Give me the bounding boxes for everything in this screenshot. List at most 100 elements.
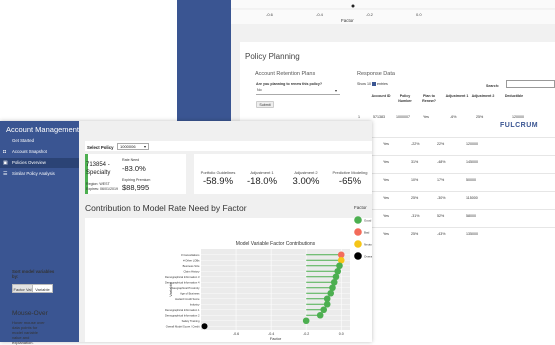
renew-select-value: No: [257, 88, 262, 92]
table-cell-adj2: -48%: [437, 160, 446, 164]
x-tick-label: -0.2: [303, 332, 309, 336]
row-policy-number: 1000007: [396, 115, 410, 119]
legend-label: Overall Model Factor: [364, 254, 372, 258]
entries-select-icon[interactable]: [372, 82, 376, 87]
table-cell-renew: Yes: [383, 178, 389, 182]
row-deductible: 120000: [512, 115, 524, 119]
background-axis-svg: -0.6 -0.4 -0.2 0.0 Factor: [231, 4, 555, 23]
y-tick-label: Claim History: [184, 269, 201, 273]
col-adjustment-2[interactable]: Adjustment 2: [471, 94, 495, 99]
x-tick-label: -0.6: [233, 332, 239, 336]
y-tick-label: Demographical Information 2: [165, 313, 200, 317]
legend-swatch: [354, 240, 362, 248]
table-row-divider: [372, 137, 555, 138]
col-account-id[interactable]: Account ID: [370, 94, 392, 99]
submit-button[interactable]: Submit: [256, 101, 274, 108]
chevron-down-icon: ▾: [334, 88, 337, 93]
table-cell-deductible: 50000: [466, 178, 476, 182]
table-row-divider: [372, 155, 555, 156]
renew-question: Are you planning to renew this policy?: [256, 82, 323, 86]
row-index: 1: [358, 115, 360, 119]
table-cell-renew: Yes: [383, 160, 389, 164]
legend-label: Good: [364, 218, 372, 222]
table-cell-deductible: 58000: [466, 214, 476, 218]
y-tick-label: Business Size: [183, 264, 200, 268]
background-overall-point: [351, 4, 355, 8]
data-point: [316, 311, 324, 319]
y-tick-label: Overall Model Score / Credit: [166, 324, 200, 328]
table-cell-renew: Yes: [383, 196, 389, 200]
table-row-divider: [372, 227, 555, 228]
plot-area: [201, 249, 350, 330]
row-adj1: -6%: [450, 115, 457, 119]
y-tick-label: Safety Training: [182, 319, 200, 323]
table-cell-renew: Yes: [383, 142, 389, 146]
show-suffix: entries: [377, 82, 388, 86]
table-cell-deductible: 135000: [466, 232, 478, 236]
renew-select[interactable]: No ▾: [256, 88, 340, 95]
x-tick-label: 0.0: [339, 332, 344, 336]
policy-planning-title: Policy Planning: [245, 52, 300, 61]
table-row-divider: [372, 209, 555, 210]
search-input[interactable]: [506, 80, 555, 88]
table-cell-adj1: 25%: [411, 232, 419, 236]
table-cell-adj1: 10%: [411, 178, 419, 182]
chart-title: Model Variable Factor Contributions: [236, 241, 316, 247]
row-account-id: 571383: [373, 115, 385, 119]
data-point: [201, 323, 208, 330]
table-cell-renew: Yes: [383, 214, 389, 218]
table-cell-adj2: 22%: [437, 142, 445, 146]
table-cell-adj1: -31%: [411, 214, 420, 218]
legend-title: Factor: [354, 205, 367, 210]
table-cell-adj1: -22%: [411, 142, 420, 146]
response-data-heading: Response Data: [357, 71, 395, 77]
data-point: [323, 300, 331, 308]
table-cell-deductible: 145000: [466, 160, 478, 164]
col-deductible[interactable]: Deductible: [499, 94, 529, 99]
show-entries: Show 10 entries: [357, 82, 388, 87]
y-tick-label: Hazard Credit Score: [175, 297, 200, 301]
col-adjustment-1[interactable]: Adjustment 1: [445, 94, 469, 99]
table-cell-deductible: 115000: [466, 196, 478, 200]
fulcrum-logo: FULCRUM: [500, 122, 539, 129]
y-tick-label: Geographical Proximity: [172, 286, 200, 290]
top-axis-tick-0: -0.6: [266, 12, 274, 17]
data-point: [327, 289, 335, 297]
row-renew: Yes: [423, 115, 429, 119]
show-prefix: Show: [357, 82, 366, 86]
data-point: [302, 317, 310, 325]
table-row-divider: [372, 191, 555, 192]
legend-swatch: [354, 216, 362, 224]
retention-heading: Account Retention Plans: [255, 71, 316, 77]
top-axis-label: Factor: [341, 18, 354, 23]
account-management-window: Account Management Get Started ◘ Account…: [0, 121, 372, 345]
top-axis-tick-3: 0.0: [416, 12, 422, 17]
y-tick-label: # Cancellations: [181, 253, 200, 257]
table-cell-adj2: -30%: [437, 196, 446, 200]
y-tick-label: Demographical Information 1: [165, 308, 200, 312]
y-tick-label: Age of Business: [180, 291, 200, 295]
col-policy-number[interactable]: Policy Number: [394, 94, 416, 104]
y-tick-label: Demographical Information 3: [165, 275, 200, 279]
legend-label: Bad: [364, 230, 370, 234]
data-point: [320, 306, 328, 314]
factor-chart: Model Variable Factor Contributions # Can…: [165, 205, 372, 341]
x-axis-label: Factor: [270, 336, 282, 341]
legend-swatch: [354, 252, 362, 260]
table-cell-adj2: 17%: [437, 178, 445, 182]
table-cell-adj2: 52%: [437, 214, 445, 218]
table-row-divider: [372, 173, 555, 174]
col-plan-renew[interactable]: Plan to Renew?: [418, 94, 440, 104]
show-count[interactable]: 10: [367, 82, 371, 86]
legend-swatch: [354, 228, 362, 236]
y-tick-label: # Other LOBs: [183, 258, 200, 262]
background-chart-axis: -0.6 -0.4 -0.2 0.0 Factor: [231, 0, 555, 24]
table-cell-renew: Yes: [383, 232, 389, 236]
top-axis-tick-1: -0.4: [316, 12, 324, 17]
table-cell-adj2: -43%: [437, 232, 446, 236]
y-axis-label: Variable: [168, 282, 173, 297]
table-cell-adj1: 25%: [411, 196, 419, 200]
table-cell-adj1: 31%: [411, 160, 419, 164]
row-adj2: 25%: [476, 115, 484, 119]
table-cell-deductible: 120000: [466, 142, 478, 146]
